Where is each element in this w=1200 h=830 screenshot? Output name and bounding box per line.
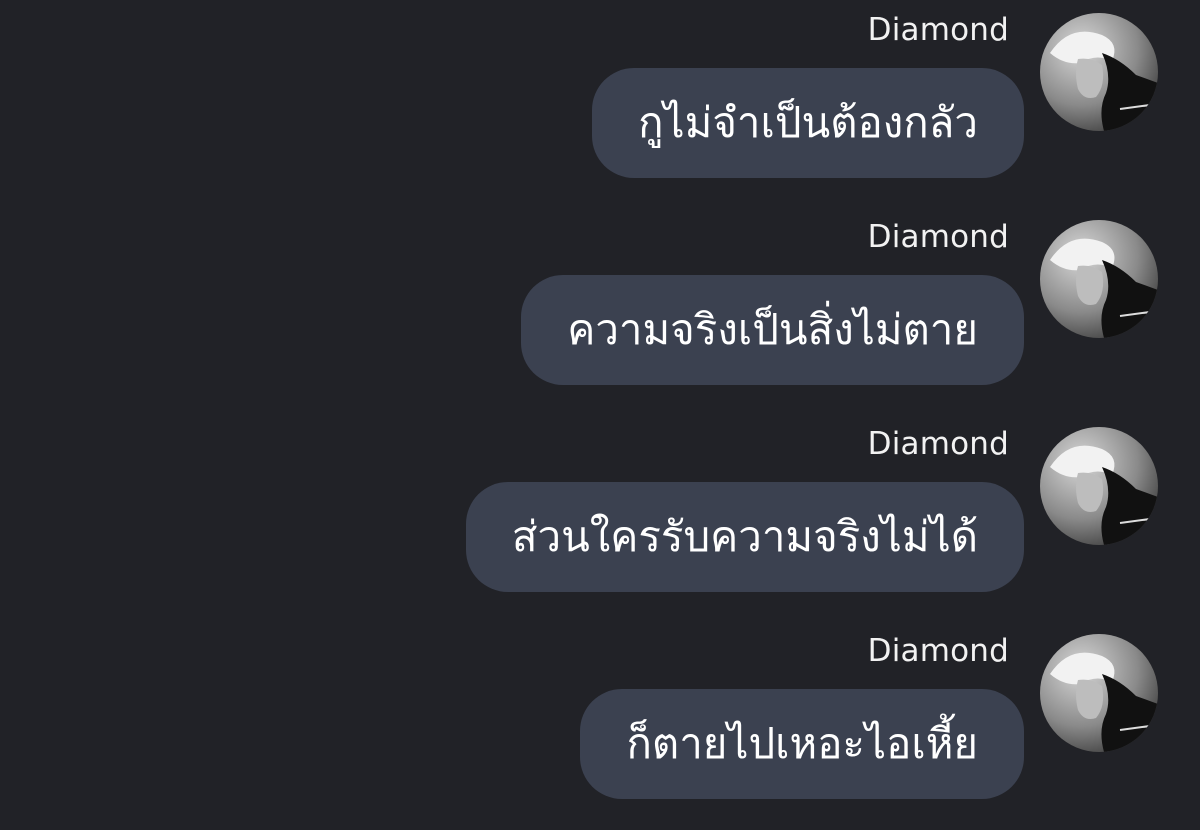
sender-name: Diamond xyxy=(867,633,1009,669)
user-avatar-icon xyxy=(1040,220,1158,338)
sender-name: Diamond xyxy=(867,12,1009,48)
avatar[interactable] xyxy=(1040,13,1158,131)
avatar[interactable] xyxy=(1040,634,1158,752)
message-bubble[interactable]: ส่วนใครรับความจริงไม่ได้ xyxy=(465,482,1024,592)
chat-thread: Diamond กูไม่จำเป็นต้องกลัว Diamond ความ… xyxy=(0,0,1200,830)
sender-name: Diamond xyxy=(867,219,1009,255)
user-avatar-icon xyxy=(1040,13,1158,131)
message-bubble[interactable]: ความจริงเป็นสิ่งไม่ตาย xyxy=(521,275,1024,385)
user-avatar-icon xyxy=(1040,427,1158,545)
avatar[interactable] xyxy=(1040,427,1158,545)
message-row: Diamond ก็ตายไปเหอะไอเหี้ย xyxy=(0,621,1200,811)
user-avatar-icon xyxy=(1040,634,1158,752)
message-bubble[interactable]: กูไม่จำเป็นต้องกลัว xyxy=(592,68,1024,178)
message-bubble[interactable]: ก็ตายไปเหอะไอเหี้ย xyxy=(580,689,1024,799)
sender-name: Diamond xyxy=(867,426,1009,462)
message-row: Diamond ความจริงเป็นสิ่งไม่ตาย xyxy=(0,207,1200,397)
message-row: Diamond ส่วนใครรับความจริงไม่ได้ xyxy=(0,414,1200,604)
avatar[interactable] xyxy=(1040,220,1158,338)
message-row: Diamond กูไม่จำเป็นต้องกลัว xyxy=(0,0,1200,190)
